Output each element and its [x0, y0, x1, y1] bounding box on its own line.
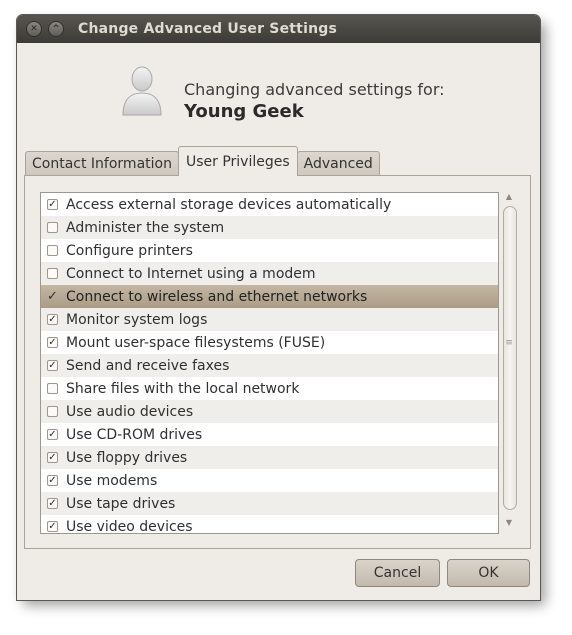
privilege-row[interactable]: ✓ Mount user-space filesystems (FUSE)	[41, 331, 498, 354]
maximize-window-button[interactable]: ^	[48, 21, 64, 37]
privilege-label: Use CD-ROM drives	[66, 426, 203, 443]
checkmark-icon: ✓	[47, 289, 58, 304]
privilege-row[interactable]: ✓ Access external storage devices automat…	[41, 193, 498, 216]
tab-user-privileges[interactable]: User Privileges	[177, 146, 298, 176]
dialog-window: ✕ ^ Change Advanced User Settings Changi…	[17, 15, 540, 600]
header-subtitle: Changing advanced settings for:	[184, 80, 445, 99]
checkmark-icon: ✓	[48, 497, 57, 509]
privilege-label: Monitor system logs	[66, 311, 208, 328]
privilege-checkbox[interactable]	[47, 245, 58, 256]
dialog-header: Changing advanced settings for: Young Ge…	[17, 43, 540, 133]
ok-button[interactable]: OK	[447, 559, 530, 587]
user-silhouette-icon	[122, 66, 162, 116]
privilege-label: Configure printers	[66, 242, 193, 259]
privilege-row[interactable]: ✓ Connect to wireless and ethernet networ…	[41, 285, 498, 308]
privilege-row[interactable]: ✓ Use CD-ROM drives	[41, 423, 498, 446]
checkmark-icon: ✓	[48, 359, 57, 371]
privilege-row[interactable]: ✓ Use tape drives	[41, 492, 498, 515]
privilege-row[interactable]: Configure printers	[41, 239, 498, 262]
privilege-checkbox[interactable]: ✓	[47, 314, 58, 325]
window-title: Change Advanced User Settings	[78, 21, 337, 37]
tab-bar: Contact Information User Privileges Adva…	[25, 146, 380, 176]
privilege-checkbox[interactable]: ✓	[47, 498, 58, 509]
close-icon: ✕	[30, 23, 38, 34]
privilege-checkbox[interactable]: ✓	[47, 452, 58, 463]
privilege-checkbox[interactable]	[47, 383, 58, 394]
tab-advanced[interactable]: Advanced	[296, 151, 380, 176]
checkmark-icon: ✓	[48, 198, 57, 210]
privilege-row[interactable]: ✓ Use modems	[41, 469, 498, 492]
privilege-checkbox[interactable]: ✓	[47, 521, 58, 532]
privilege-label: Use floppy drives	[66, 449, 188, 466]
checkmark-icon: ✓	[48, 313, 57, 325]
privilege-checkbox[interactable]: ✓	[47, 429, 58, 440]
privilege-label: Use audio devices	[66, 403, 194, 420]
cancel-button[interactable]: Cancel	[355, 559, 440, 587]
privilege-label: Access external storage devices automati…	[66, 196, 392, 213]
privilege-row[interactable]: Administer the system	[41, 216, 498, 239]
tab-contact-information[interactable]: Contact Information	[25, 151, 179, 176]
privilege-row[interactable]: ✓ Use video devices	[41, 515, 498, 534]
scroll-up-icon[interactable]: ▲	[504, 192, 514, 201]
checkmark-icon: ✓	[48, 451, 57, 463]
privilege-label: Administer the system	[66, 219, 225, 236]
privilege-label: Send and receive faxes	[66, 357, 230, 374]
tab-panel: ✓ Access external storage devices automat…	[24, 175, 531, 549]
checkmark-icon: ✓	[48, 428, 57, 440]
user-name: Young Geek	[184, 101, 304, 122]
list-scrollbar[interactable]: ▲ ≡ ▼	[502, 192, 517, 532]
privilege-row[interactable]: Connect to Internet using a modem	[41, 262, 498, 285]
privilege-checkbox[interactable]	[47, 222, 58, 233]
checkmark-icon: ✓	[48, 336, 57, 348]
privilege-label: Use tape drives	[66, 495, 176, 512]
privilege-label: Connect to wireless and ethernet network…	[66, 288, 368, 305]
privilege-label: Connect to Internet using a modem	[66, 265, 316, 282]
privilege-label: Share files with the local network	[66, 380, 300, 397]
scrollbar-thumb[interactable]	[503, 206, 517, 510]
checkmark-icon: ✓	[48, 474, 57, 486]
title-bar[interactable]: ✕ ^ Change Advanced User Settings	[17, 15, 540, 43]
chevron-up-icon: ^	[52, 23, 60, 34]
grip-icon: ≡	[505, 338, 513, 348]
privilege-label: Mount user-space filesystems (FUSE)	[66, 334, 326, 351]
privilege-row[interactable]: Use audio devices	[41, 400, 498, 423]
privilege-checkbox[interactable]: ✓	[47, 337, 58, 348]
checkmark-icon: ✓	[48, 520, 57, 532]
privilege-row[interactable]: ✓ Monitor system logs	[41, 308, 498, 331]
privilege-checkbox[interactable]	[47, 406, 58, 417]
privilege-checkbox[interactable]: ✓	[47, 360, 58, 371]
privilege-checkbox[interactable]: ✓	[47, 475, 58, 486]
privilege-row[interactable]: ✓ Use floppy drives	[41, 446, 498, 469]
privileges-list: ✓ Access external storage devices automat…	[40, 192, 499, 534]
privilege-label: Use modems	[66, 472, 158, 489]
privilege-checkbox[interactable]: ✓	[47, 199, 58, 210]
privilege-label: Use video devices	[66, 518, 193, 534]
close-window-button[interactable]: ✕	[26, 21, 42, 37]
privilege-checkbox[interactable]: ✓	[47, 289, 58, 304]
privilege-checkbox[interactable]	[47, 268, 58, 279]
privilege-row[interactable]: ✓ Send and receive faxes	[41, 354, 498, 377]
privilege-row[interactable]: Share files with the local network	[41, 377, 498, 400]
scroll-down-icon[interactable]: ▼	[504, 518, 514, 527]
